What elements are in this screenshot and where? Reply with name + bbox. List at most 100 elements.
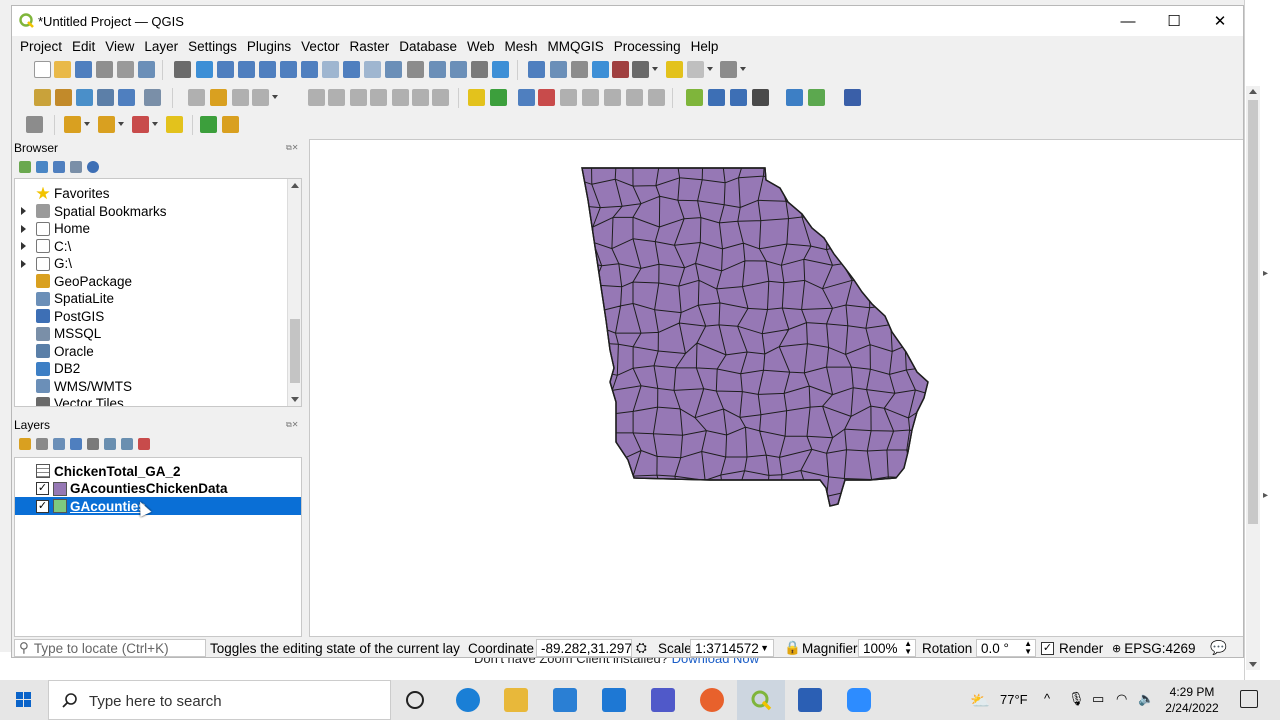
print-layout-icon[interactable] (117, 61, 134, 78)
save-edits-icon[interactable] (232, 89, 249, 106)
diagram-tool-icon[interactable] (626, 89, 643, 106)
undo-icon[interactable] (412, 89, 429, 106)
toggle-extents-icon[interactable]: ⛭ (636, 639, 647, 657)
new-map-view-icon[interactable] (385, 61, 402, 78)
zoom-last-icon[interactable] (343, 61, 360, 78)
menu-mmqgis[interactable]: MMQGIS (543, 39, 609, 54)
scroll-down-arrow[interactable] (291, 397, 299, 402)
locator-search-input[interactable]: ⚲ Type to locate (Ctrl+K) (14, 639, 206, 657)
new-spatialite-icon[interactable] (97, 89, 114, 106)
browser-item-db2[interactable]: DB2 (15, 360, 285, 377)
remove-layer-icon[interactable] (138, 438, 150, 450)
weather-temperature[interactable]: 77°F (1000, 692, 1028, 707)
chevron-down-icon[interactable] (152, 122, 158, 126)
processing-toolbox-icon[interactable] (200, 116, 217, 133)
browser-item-geopackage[interactable]: GeoPackage (15, 273, 285, 290)
edge-icon[interactable] (456, 688, 480, 712)
layer-visibility-checkbox[interactable]: ✓ (36, 499, 49, 513)
layer-item-gacountieschickendata[interactable]: ✓ GAcountiesChickenData (15, 480, 301, 498)
filter-icon[interactable] (53, 161, 65, 173)
expand-arrow-icon[interactable] (21, 224, 26, 233)
statistics-icon[interactable] (571, 61, 588, 78)
layer-visibility-checkbox[interactable]: ✓ (36, 482, 49, 495)
qgis-taskbar-icon[interactable] (749, 688, 773, 712)
measure-icon[interactable] (632, 61, 649, 78)
save-project-icon[interactable] (75, 61, 92, 78)
gps-icon[interactable] (752, 89, 769, 106)
word-icon[interactable] (798, 688, 822, 712)
file-explorer-icon[interactable] (504, 688, 528, 712)
browser-item-oracle[interactable]: Oracle (15, 343, 285, 360)
menu-edit[interactable]: Edit (67, 39, 100, 54)
lock-scale-icon[interactable]: 🔒 (784, 639, 801, 657)
vertex-tool-icon[interactable] (308, 89, 325, 106)
delete-selected-icon[interactable] (328, 89, 345, 106)
browser-item-mssql[interactable]: MSSQL (15, 325, 285, 342)
menu-layer[interactable]: Layer (139, 39, 183, 54)
map-canvas[interactable] (309, 139, 1243, 637)
layout-manager-icon[interactable] (138, 61, 155, 78)
pan-to-selection-icon[interactable] (196, 61, 213, 78)
toggle-editing-icon[interactable] (210, 89, 227, 106)
zoom-in-icon[interactable] (217, 61, 234, 78)
refresh-icon[interactable] (492, 61, 509, 78)
microphone-icon[interactable]: 🎙 (1068, 691, 1085, 707)
menu-database[interactable]: Database (394, 39, 462, 54)
show-hidden-icons-chevron-icon[interactable]: ^ (1044, 691, 1050, 706)
chevron-down-icon[interactable] (272, 95, 278, 99)
browser-item-favorites[interactable]: Favorites (15, 185, 285, 202)
select-location-icon[interactable] (166, 116, 183, 133)
callout-tool-icon[interactable] (648, 89, 665, 106)
zoom-to-selection-icon[interactable] (280, 61, 297, 78)
chevron-down-icon[interactable] (118, 122, 124, 126)
layer-item-gacounties[interactable]: ✓ GAcounties (15, 497, 301, 515)
layer-symbol-swatch[interactable] (53, 499, 67, 513)
zoom-next-icon[interactable] (364, 61, 381, 78)
layer-item-chickentotal-ga-2[interactable]: ChickenTotal_GA_2 (15, 462, 301, 480)
field-calculator-icon[interactable] (222, 116, 239, 133)
zoom-out-icon[interactable] (238, 61, 255, 78)
select-features-icon[interactable] (64, 116, 81, 133)
add-group-icon[interactable] (36, 438, 48, 450)
wifi-icon[interactable]: ◠ (1116, 691, 1127, 707)
messages-icon[interactable]: 💬 (1210, 639, 1227, 657)
menu-web[interactable]: Web (462, 39, 500, 54)
map-tips-icon[interactable] (666, 61, 683, 78)
minimize-button[interactable]: — (1105, 6, 1151, 36)
new-bookmark-icon[interactable] (429, 61, 446, 78)
zoom-icon[interactable] (847, 688, 871, 712)
title-bar[interactable]: *Untitled Project — QGIS — ☐ ✕ (12, 6, 1243, 36)
rotate-label-icon[interactable] (582, 89, 599, 106)
help-icon[interactable] (844, 89, 861, 106)
show-bookmarks-icon[interactable] (450, 61, 467, 78)
scroll-thumb[interactable] (290, 319, 300, 383)
change-label-icon[interactable] (604, 89, 621, 106)
attribute-table-icon[interactable] (550, 61, 567, 78)
new-geopackage-icon[interactable] (55, 89, 72, 106)
redo-icon[interactable] (432, 89, 449, 106)
maximize-button[interactable]: ☐ (1151, 6, 1197, 36)
current-edits-icon[interactable] (188, 89, 205, 106)
scroll-up-arrow[interactable] (291, 183, 299, 188)
firefox-icon[interactable] (700, 688, 724, 712)
chevron-down-icon[interactable] (740, 67, 746, 71)
browser-item-vector-tiles[interactable]: Vector Tiles (15, 395, 285, 406)
browser-item-wms-wmts[interactable]: WMS/WMTS (15, 378, 285, 395)
battery-icon[interactable]: ▭ (1092, 691, 1104, 707)
mail-icon[interactable] (602, 688, 626, 712)
scale-combobox[interactable]: 1:3714572 ▼ (690, 639, 774, 657)
digitizing-icon[interactable] (686, 89, 703, 106)
data-source-manager-icon[interactable] (34, 89, 51, 106)
new-project-icon[interactable] (34, 61, 51, 78)
refresh-icon[interactable] (36, 161, 48, 173)
annotation-icon[interactable] (687, 61, 704, 78)
crs-button[interactable]: ⊕ EPSG:4269 (1112, 639, 1196, 657)
menu-processing[interactable]: Processing (609, 39, 686, 54)
identify-icon[interactable] (528, 61, 545, 78)
windows-start-icon[interactable] (0, 680, 48, 720)
window-scrollbar[interactable] (1246, 86, 1260, 670)
expand-arrow-icon[interactable] (21, 259, 26, 268)
browser-panel-controls[interactable]: ⧉✕ (286, 143, 298, 153)
scroll-up-arrow[interactable] (1249, 89, 1257, 94)
new-3d-map-icon[interactable] (407, 61, 424, 78)
